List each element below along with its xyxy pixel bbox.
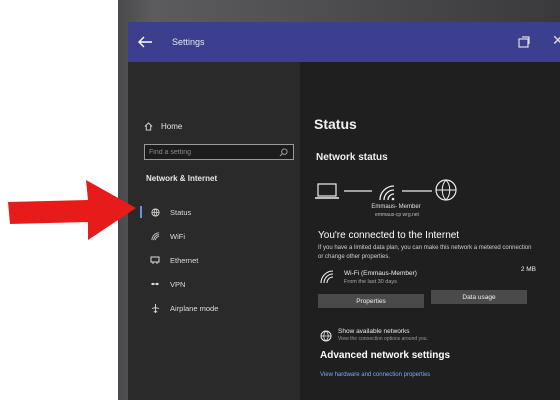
- sidebar-item-label: Status: [170, 207, 192, 217]
- sidebar-item-ethernet[interactable]: Ethernet: [140, 248, 300, 272]
- airplane-icon: [148, 303, 162, 313]
- window-title: Settings: [172, 37, 205, 47]
- wifi-data-usage: 2 MB: [520, 266, 536, 273]
- back-arrow-icon: [138, 36, 152, 48]
- wifi-icon: [148, 231, 162, 241]
- laptop-icon: [315, 183, 339, 199]
- sidebar-item-wifi[interactable]: WiFi: [140, 224, 300, 248]
- main-content: Status Network status Emmaus- Member emm…: [300, 62, 560, 400]
- sidebar-item-vpn[interactable]: VPN: [140, 272, 300, 296]
- close-icon[interactable]: ✕: [552, 32, 560, 49]
- search-input[interactable]: [149, 148, 269, 156]
- search-icon[interactable]: [279, 148, 288, 157]
- snap-icon[interactable]: [516, 34, 532, 50]
- wifi-usage-period: From the last 30 days: [344, 279, 397, 285]
- globe-icon: [148, 207, 162, 217]
- sidebar-item-airplane-mode[interactable]: Airplane mode: [140, 296, 300, 320]
- connection-heading: You're connected to the Internet: [318, 230, 460, 241]
- properties-button[interactable]: Properties: [318, 294, 424, 308]
- sidebar-item-label: Airplane mode: [170, 303, 219, 313]
- wifi-connection-row: Wi-Fi (Emmaus-Member) From the last 30 d…: [318, 266, 536, 290]
- network-domain: emmaus-cp wrg.net: [375, 212, 419, 218]
- advanced-settings-heading: Advanced network settings: [320, 350, 451, 361]
- network-name: Emmaus- Member: [371, 204, 421, 210]
- wifi-connection-name: Wi-Fi (Emmaus-Member): [344, 270, 417, 277]
- sidebar: Home Network & Internet Status WiFi: [128, 62, 300, 400]
- sidebar-item-label: WiFi: [170, 231, 185, 241]
- wifi-icon: [320, 270, 334, 284]
- network-status-heading: Network status: [316, 152, 388, 163]
- settings-window: Settings ✕ Home Network & Internet: [128, 22, 560, 400]
- ethernet-icon: [148, 256, 162, 264]
- sidebar-nav: Status WiFi Ethernet VPN Airplane mode: [140, 200, 300, 320]
- data-usage-button[interactable]: Data usage: [431, 290, 527, 304]
- show-networks-link[interactable]: Show available networks View the connect…: [318, 326, 518, 348]
- home-icon: [144, 122, 153, 131]
- red-arrow-annotation: [8, 180, 136, 240]
- sidebar-item-label: VPN: [170, 279, 186, 289]
- section-title: Network & Internet: [146, 174, 218, 183]
- title-bar: Settings ✕: [128, 22, 560, 62]
- internet-globe-icon: [435, 179, 457, 201]
- connection-description: If you have a limited data plan, you can…: [318, 245, 532, 260]
- sidebar-item-status[interactable]: Status: [140, 200, 300, 224]
- sidebar-item-home-label: Home: [161, 122, 183, 131]
- advanced-settings-link[interactable]: View hardware and connection properties: [320, 372, 430, 378]
- sidebar-item-home[interactable]: Home: [144, 122, 182, 131]
- wifi-signal-icon: [379, 185, 395, 201]
- globe-icon: [320, 330, 332, 342]
- sidebar-item-label: Ethernet: [170, 255, 199, 265]
- vpn-icon: [148, 281, 162, 287]
- page-title: Status: [314, 116, 357, 132]
- back-button[interactable]: [128, 22, 162, 62]
- show-networks-title: Show available networks: [338, 328, 410, 335]
- show-networks-subtitle: View the connection options around you.: [338, 336, 428, 342]
- search-box[interactable]: [144, 144, 294, 160]
